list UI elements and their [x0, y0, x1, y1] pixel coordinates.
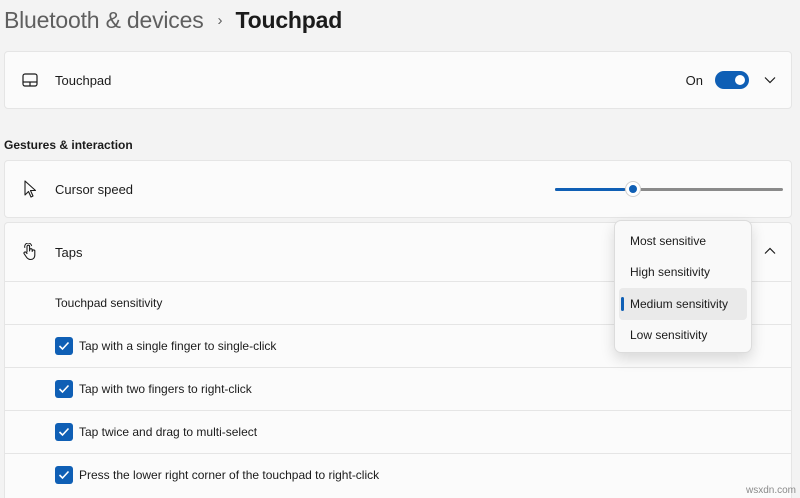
option-label: Medium sensitivity [630, 296, 729, 311]
sensitivity-option-most[interactable]: Most sensitive [619, 225, 747, 257]
option-label: Most sensitive [630, 233, 707, 248]
tap-hand-icon [19, 241, 41, 263]
option-label: Low sensitivity [630, 328, 708, 343]
checkbox-tap-twice-drag[interactable] [55, 423, 73, 441]
checkbox-label: Tap twice and drag to multi-select [79, 425, 258, 439]
slider-thumb[interactable] [625, 181, 641, 197]
checkbox-row[interactable]: Tap twice and drag to multi-select [5, 410, 791, 453]
taps-label: Taps [55, 244, 83, 260]
option-label: High sensitivity [630, 265, 711, 280]
slider-thumb-dot [629, 185, 637, 193]
touchpad-label: Touchpad [55, 72, 112, 88]
checkbox-two-finger-tap[interactable] [55, 380, 73, 398]
selection-indicator [621, 297, 624, 311]
sensitivity-option-low[interactable]: Low sensitivity [619, 320, 747, 352]
checkbox-lower-right-corner[interactable] [55, 466, 73, 484]
checkbox-row[interactable]: Tap with two fingers to right-click [5, 367, 791, 410]
checkbox-label: Tap with two fingers to right-click [79, 382, 252, 396]
cursor-speed-slider[interactable] [555, 181, 783, 197]
breadcrumb: Bluetooth & devices › Touchpad [4, 4, 342, 36]
touchpad-sensitivity-label: Touchpad sensitivity [55, 296, 163, 310]
breadcrumb-separator: › [217, 11, 223, 29]
checkbox-row[interactable]: Press the lower right corner of the touc… [5, 453, 791, 496]
toggle-state-label: On [685, 72, 703, 88]
sensitivity-option-high[interactable]: High sensitivity [619, 257, 747, 289]
cursor-speed-card: Cursor speed [4, 160, 792, 218]
checkbox-single-finger-tap[interactable] [55, 337, 73, 355]
cursor-speed-label: Cursor speed [55, 181, 134, 197]
touchpad-icon [19, 69, 41, 91]
page-title: Touchpad [235, 6, 343, 33]
checkbox-label: Press the lower right corner of the touc… [79, 468, 380, 482]
sensitivity-dropdown-flyout: Most sensitive High sensitivity Medium s… [614, 220, 752, 353]
cursor-arrow-icon [19, 178, 41, 200]
settings-page: Bluetooth & devices › Touchpad Touchpad … [0, 0, 800, 498]
slider-fill [555, 188, 625, 191]
touchpad-toggle[interactable] [715, 71, 749, 89]
checkbox-label: Tap with a single finger to single-click [79, 339, 277, 353]
section-header: Gestures & interaction [4, 138, 133, 152]
breadcrumb-parent-link[interactable]: Bluetooth & devices [4, 7, 204, 34]
touchpad-card[interactable]: Touchpad On [4, 51, 792, 109]
toggle-knob [735, 75, 745, 85]
chevron-down-icon[interactable] [763, 73, 777, 87]
chevron-up-icon[interactable] [763, 244, 777, 258]
watermark: wsxdn.com [745, 485, 796, 496]
sensitivity-option-medium[interactable]: Medium sensitivity [619, 288, 747, 320]
